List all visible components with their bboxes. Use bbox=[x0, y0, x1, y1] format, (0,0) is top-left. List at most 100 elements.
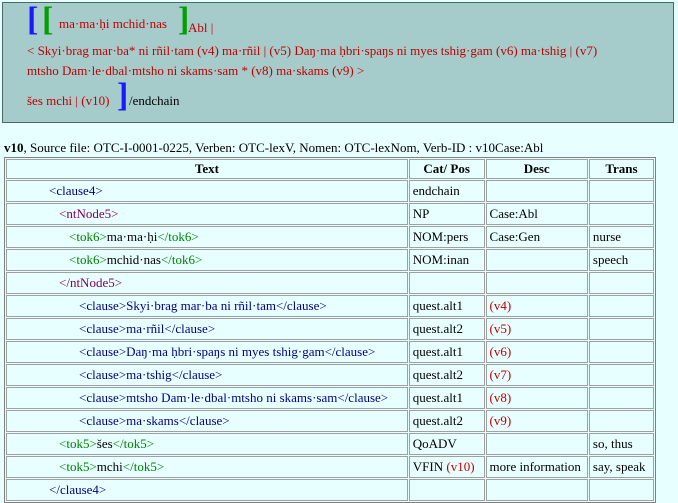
node-text: <clause>Daŋ·ma ḥbri·spaŋs ni myes tshig·… bbox=[6, 341, 408, 363]
noun-phrase-fragment: ma·ma·ḥi mchid·nas bbox=[59, 16, 167, 31]
outer-open-bracket: [ bbox=[27, 1, 39, 38]
table-row: <tok5>šes</tok5> QoADV so, thus bbox=[6, 433, 654, 455]
node-trans bbox=[588, 180, 654, 202]
table-row: </clause4> bbox=[6, 479, 654, 501]
node-desc: (v6) bbox=[485, 341, 588, 363]
parse-tree-table: Text Cat/ Pos Desc Trans <clause4> endch… bbox=[4, 157, 656, 503]
col-header-trans: Trans bbox=[588, 159, 654, 179]
node-trans: say, speak bbox=[588, 456, 654, 478]
table-row: <tok6>ma·ma·ḥi</tok6> NOM:pers Case:Gen … bbox=[6, 226, 654, 248]
node-cat: quest.alt1 bbox=[408, 387, 485, 409]
node-trans bbox=[588, 341, 654, 363]
node-trans bbox=[588, 318, 654, 340]
node-cat: NOM:pers bbox=[408, 226, 485, 248]
tok-open-tag: <tok6> bbox=[69, 229, 107, 244]
node-text: <clause>mtsho Dam·le·dbal·mtsho ni skams… bbox=[6, 387, 408, 409]
node-trans: so, thus bbox=[588, 433, 654, 455]
node-text: <clause4> bbox=[6, 180, 408, 202]
node-cat: endchain bbox=[408, 180, 485, 202]
tok-word: mchi bbox=[96, 459, 123, 474]
node-trans bbox=[588, 364, 654, 386]
verb-link[interactable]: (v10) bbox=[446, 459, 474, 474]
node-desc: (v9) bbox=[485, 410, 588, 432]
node-text: <clause>ma·skams</clause> bbox=[6, 410, 408, 432]
node-cat bbox=[408, 272, 485, 294]
table-row: <clause>Daŋ·ma ḥbri·spaŋs ni myes tshig·… bbox=[6, 341, 654, 363]
table-header-row: Text Cat/ Pos Desc Trans bbox=[6, 159, 654, 179]
node-desc: (v8) bbox=[485, 387, 588, 409]
node-text: </clause4> bbox=[6, 479, 408, 501]
node-desc bbox=[485, 479, 588, 501]
node-cat: NOM:inan bbox=[408, 249, 485, 271]
table-row: </ntNode5> bbox=[6, 272, 654, 294]
verb-fragment: šes mchi | (v10) bbox=[27, 93, 110, 108]
node-desc: Case:Abl bbox=[485, 203, 588, 225]
node-desc[interactable]: more information bbox=[485, 456, 588, 478]
table-row: <ntNode5> NP Case:Abl bbox=[6, 203, 654, 225]
source-details: , Source file: OTC-I-0001-0225, Verben: … bbox=[23, 140, 544, 155]
clause-chain-line-1: < Skyi·brag mar·ba* ni rñil·tam (v4) ma·… bbox=[27, 43, 598, 58]
table-row: <clause>Skyi·brag mar·ba ni rñil·tam</cl… bbox=[6, 295, 654, 317]
table-row: <clause>ma·rñil</clause> quest.alt2 (v5) bbox=[6, 318, 654, 340]
node-trans bbox=[588, 410, 654, 432]
node-trans: speech bbox=[588, 249, 654, 271]
tok-open-tag: <tok5> bbox=[59, 436, 97, 451]
node-desc: (v7) bbox=[485, 364, 588, 386]
col-header-text: Text bbox=[6, 159, 408, 179]
node-desc: (v4) bbox=[485, 295, 588, 317]
tok-close-tag: </tok5> bbox=[122, 459, 165, 474]
node-cat: quest.alt2 bbox=[408, 364, 485, 386]
node-text: <clause>ma·rñil</clause> bbox=[6, 318, 408, 340]
table-row: <tok5>mchi</tok5> VFIN (v10) more inform… bbox=[6, 456, 654, 478]
node-cat-value: VFIN bbox=[412, 459, 444, 474]
node-text: <clause>ma·tshig</clause> bbox=[6, 364, 408, 386]
node-desc bbox=[485, 249, 588, 271]
node-trans bbox=[588, 295, 654, 317]
tok-word: mchid·nas bbox=[106, 252, 161, 267]
node-cat: quest.alt1 bbox=[408, 295, 485, 317]
node-desc: (v5) bbox=[485, 318, 588, 340]
node-cat: QoADV bbox=[408, 433, 485, 455]
table-row: <tok6>mchid·nas</tok6> NOM:inan speech bbox=[6, 249, 654, 271]
inner-open-bracket: [ bbox=[42, 1, 54, 38]
col-header-cat: Cat/ Pos bbox=[408, 159, 485, 179]
node-cat: quest.alt2 bbox=[408, 318, 485, 340]
table-row: <clause>ma·tshig</clause> quest.alt2 (v7… bbox=[6, 364, 654, 386]
node-trans bbox=[588, 272, 654, 294]
node-trans bbox=[588, 479, 654, 501]
node-text: <tok6>mchid·nas</tok6> bbox=[6, 249, 408, 271]
node-trans bbox=[588, 387, 654, 409]
chain-header: [ [ ma·ma·ḥi mchid·nas ] Abl | < Skyi·br… bbox=[2, 2, 674, 123]
table-row: <clause>ma·skams</clause> quest.alt2 (v9… bbox=[6, 410, 654, 432]
case-abl-label: Abl | bbox=[188, 20, 214, 35]
tok-word: šes bbox=[96, 436, 113, 451]
source-info: v10, Source file: OTC-I-0001-0225, Verbe… bbox=[4, 140, 674, 156]
node-text: <ntNode5> bbox=[6, 203, 408, 225]
tok-close-tag: </tok6> bbox=[157, 229, 199, 244]
node-cat: VFIN (v10) bbox=[408, 456, 485, 478]
node-text: <clause>Skyi·brag mar·ba ni rñil·tam</cl… bbox=[6, 295, 408, 317]
node-text: <tok6>ma·ma·ḥi</tok6> bbox=[6, 226, 408, 248]
col-header-desc: Desc bbox=[485, 159, 588, 179]
node-desc bbox=[485, 433, 588, 455]
node-desc bbox=[485, 272, 588, 294]
endchain-label: /endchain bbox=[129, 93, 180, 108]
tok-close-tag: </tok5> bbox=[112, 436, 155, 451]
node-cat: quest.alt2 bbox=[408, 410, 485, 432]
table-row: <clause4> endchain bbox=[6, 180, 654, 202]
node-text: <tok5>mchi</tok5> bbox=[6, 456, 408, 478]
tok-word: ma·ma·ḥi bbox=[106, 229, 158, 244]
node-cat bbox=[408, 479, 485, 501]
node-desc bbox=[485, 180, 588, 202]
tok-open-tag: <tok6> bbox=[69, 252, 107, 267]
node-trans: nurse bbox=[588, 226, 654, 248]
node-trans bbox=[588, 203, 654, 225]
tok-open-tag: <tok5> bbox=[59, 459, 97, 474]
outer-close-bracket: ] bbox=[117, 77, 129, 114]
verb-id: v10 bbox=[4, 140, 24, 155]
node-text: <tok5>šes</tok5> bbox=[6, 433, 408, 455]
node-cat: quest.alt1 bbox=[408, 341, 485, 363]
tok-close-tag: </tok6> bbox=[160, 252, 203, 267]
node-cat: NP bbox=[408, 203, 485, 225]
table-row: <clause>mtsho Dam·le·dbal·mtsho ni skams… bbox=[6, 387, 654, 409]
